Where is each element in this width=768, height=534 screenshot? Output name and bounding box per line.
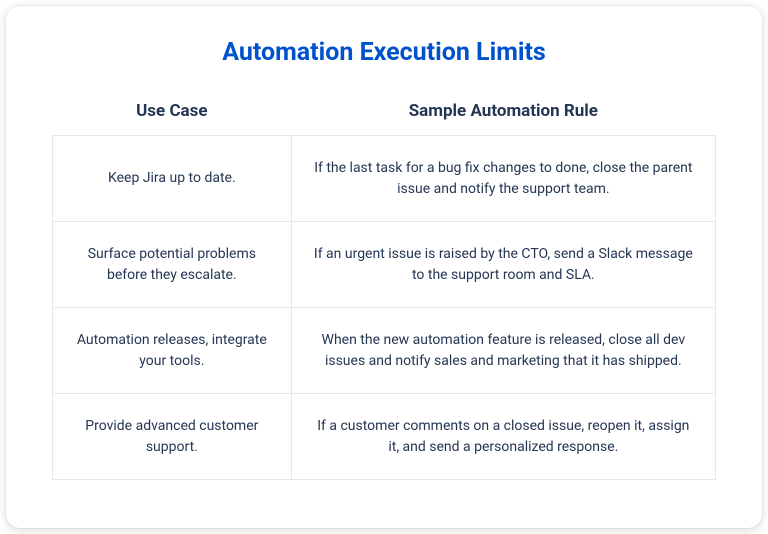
table-row: Surface potential problems before they e… xyxy=(53,222,716,308)
cell-usecase: Keep Jira up to date. xyxy=(53,136,292,222)
cell-usecase: Provide advanced customer support. xyxy=(53,394,292,480)
cell-rule: If the last task for a bug fix changes t… xyxy=(291,136,715,222)
header-rule: Sample Automation Rule xyxy=(291,91,715,136)
card: Automation Execution Limits Use Case Sam… xyxy=(6,6,762,528)
header-usecase: Use Case xyxy=(53,91,292,136)
cell-rule: If a customer comments on a closed issue… xyxy=(291,394,715,480)
page-title: Automation Execution Limits xyxy=(52,38,716,67)
cell-rule: If an urgent issue is raised by the CTO,… xyxy=(291,222,715,308)
table-row: Keep Jira up to date. If the last task f… xyxy=(53,136,716,222)
table-row: Provide advanced customer support. If a … xyxy=(53,394,716,480)
cell-usecase: Surface potential problems before they e… xyxy=(53,222,292,308)
table-row: Automation releases, integrate your tool… xyxy=(53,308,716,394)
table-header-row: Use Case Sample Automation Rule xyxy=(53,91,716,136)
cell-usecase: Automation releases, integrate your tool… xyxy=(53,308,292,394)
cell-rule: When the new automation feature is relea… xyxy=(291,308,715,394)
automation-table: Use Case Sample Automation Rule Keep Jir… xyxy=(52,91,716,480)
